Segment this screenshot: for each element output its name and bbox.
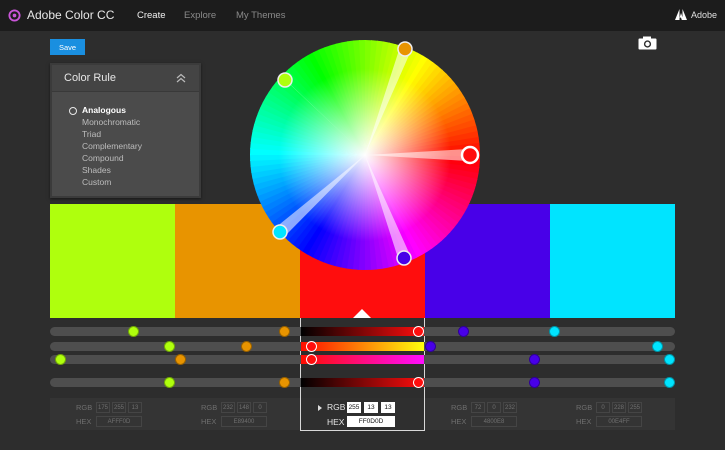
slider-handle[interactable]	[241, 341, 252, 352]
rgb-b-field[interactable]: 13	[128, 402, 142, 413]
hex-field[interactable]: E89400	[221, 416, 267, 427]
slider-handle[interactable]	[529, 377, 540, 388]
save-button[interactable]: Save	[50, 39, 85, 55]
hex-label: HEX	[451, 417, 467, 426]
hex-label: HEX	[327, 417, 345, 427]
hex-label: HEX	[576, 417, 592, 426]
rgb-r-field[interactable]: 0	[596, 402, 610, 413]
slider-handle[interactable]	[279, 326, 290, 337]
app-title[interactable]: Adobe Color CC	[27, 8, 114, 22]
collapse-chevron-icon[interactable]	[175, 72, 187, 84]
color-swatch-5[interactable]	[550, 204, 675, 318]
wheel-handle-red-base[interactable]	[460, 145, 480, 165]
nav-explore[interactable]: Explore	[184, 10, 216, 21]
rgb-r-field[interactable]: 255	[347, 402, 361, 413]
slider-handle[interactable]	[306, 341, 317, 352]
color-rule-title: Color Rule	[64, 72, 116, 84]
radio-selected-icon[interactable]	[69, 107, 77, 115]
slider-handle[interactable]	[664, 377, 675, 388]
rgb-g-field[interactable]: 148	[237, 402, 251, 413]
slider-handle[interactable]	[279, 377, 290, 388]
hex-field[interactable]: FF0D0D	[347, 416, 395, 427]
top-bar: Adobe Color CC Create Explore My Themes …	[0, 0, 725, 31]
rule-option-compound[interactable]: Compound	[82, 152, 142, 164]
rgb-b-field[interactable]: 255	[628, 402, 642, 413]
slider-handle[interactable]	[529, 354, 540, 365]
swatch-values-3: RGB 255 13 13 HEX FF0D0D	[301, 398, 424, 430]
rgb-label: RGB	[76, 403, 93, 412]
rgb-r-field[interactable]: 232	[221, 402, 235, 413]
rgb-g-field[interactable]: 0	[487, 402, 501, 413]
rgb-g-field[interactable]: 255	[112, 402, 126, 413]
rule-option-shades[interactable]: Shades	[82, 164, 142, 176]
rgb-r-field[interactable]: 175	[96, 402, 110, 413]
swatch-values-5: RGB 0 228 255 HEX 00E4FF	[550, 398, 675, 430]
wheel-handle-orange[interactable]	[397, 41, 413, 57]
rgb-g-field[interactable]: 228	[612, 402, 626, 413]
rgb-label: RGB	[576, 403, 593, 412]
brightness-gradient[interactable]	[301, 378, 424, 387]
wheel-handle-green[interactable]	[277, 72, 293, 88]
rgb-b-field[interactable]: 232	[503, 402, 517, 413]
hex-field[interactable]: AFFF0D	[96, 416, 142, 427]
slider-handle[interactable]	[128, 326, 139, 337]
camera-icon[interactable]	[638, 36, 657, 50]
rule-option-custom[interactable]: Custom	[82, 176, 142, 188]
slider-handle[interactable]	[175, 354, 186, 365]
rgb-label: RGB	[201, 403, 218, 412]
hex-label: HEX	[76, 417, 92, 426]
green-channel-gradient[interactable]	[301, 342, 424, 351]
rule-option-complementary[interactable]: Complementary	[82, 140, 142, 152]
rule-option-triad[interactable]: Triad	[82, 128, 142, 140]
slider-handle[interactable]	[164, 341, 175, 352]
slider-handle[interactable]	[164, 377, 175, 388]
rgb-r-field[interactable]: 72	[471, 402, 485, 413]
color-swatch-1[interactable]	[50, 204, 175, 318]
swatch-values-4: RGB 72 0 232 HEX 4800E8	[425, 398, 550, 430]
color-rule-header[interactable]: Color Rule	[52, 65, 199, 92]
red-channel-gradient[interactable]	[301, 327, 424, 336]
slider-handle[interactable]	[55, 354, 66, 365]
blue-channel-gradient[interactable]	[301, 355, 424, 364]
adobe-logo-icon	[674, 9, 687, 20]
rule-option-analogous[interactable]: Analogous	[82, 104, 142, 116]
hex-field[interactable]: 00E4FF	[596, 416, 642, 427]
adobe-link[interactable]: Adobe	[674, 9, 717, 20]
slider-handle[interactable]	[652, 341, 663, 352]
hex-field[interactable]: 4800E8	[471, 416, 517, 427]
swatch-values-2: RGB 232 148 0 HEX E89400	[175, 398, 300, 430]
wheel-handle-violet[interactable]	[396, 250, 412, 266]
color-rule-panel: Color Rule Analogous Monochromatic Triad…	[50, 63, 201, 198]
rgb-label: RGB	[451, 403, 468, 412]
slider-handle[interactable]	[664, 354, 675, 365]
slider-handle[interactable]	[549, 326, 560, 337]
color-wheel[interactable]	[250, 40, 480, 270]
adobe-color-logo-icon[interactable]	[8, 9, 21, 22]
rgb-g-field[interactable]: 13	[364, 402, 378, 413]
slider-handle[interactable]	[413, 326, 424, 337]
expand-arrow-icon[interactable]	[318, 405, 322, 411]
adobe-label: Adobe	[690, 9, 717, 20]
rgb-b-field[interactable]: 0	[253, 402, 267, 413]
color-rule-list: Analogous Monochromatic Triad Complement…	[82, 104, 142, 188]
nav-create[interactable]: Create	[137, 10, 166, 21]
slider-handle[interactable]	[425, 341, 436, 352]
wheel-handle-cyan[interactable]	[272, 224, 288, 240]
slider-handle[interactable]	[413, 377, 424, 388]
slider-handle[interactable]	[306, 354, 317, 365]
rgb-b-field[interactable]: 13	[381, 402, 395, 413]
swatch-values-1: RGB 175 255 13 HEX AFFF0D	[50, 398, 175, 430]
slider-handle[interactable]	[458, 326, 469, 337]
pointer-triangle-icon	[353, 309, 371, 318]
hex-label: HEX	[201, 417, 217, 426]
nav-my-themes[interactable]: My Themes	[236, 10, 285, 21]
rgb-label: RGB	[327, 402, 346, 412]
rule-option-monochromatic[interactable]: Monochromatic	[82, 116, 142, 128]
